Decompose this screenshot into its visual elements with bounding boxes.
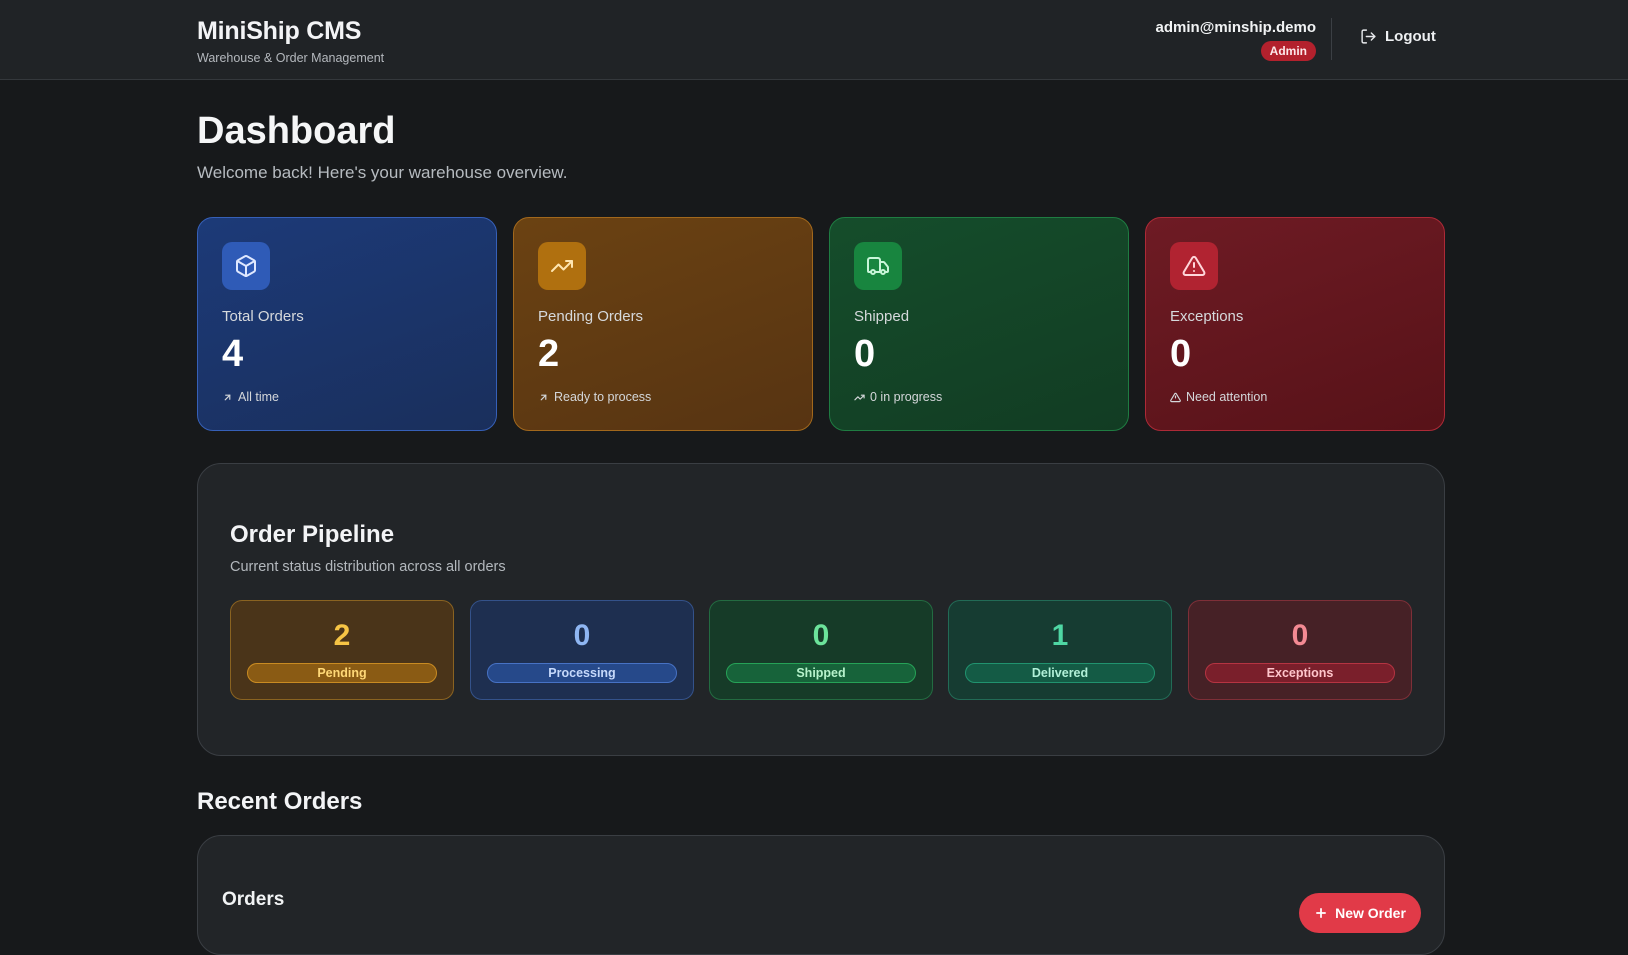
- pipeline-stage-pending[interactable]: 2 Pending: [230, 600, 454, 700]
- role-badge: Admin: [1260, 41, 1316, 61]
- stage-count: 1: [1051, 619, 1069, 652]
- stat-footer: Need attention: [1170, 390, 1267, 404]
- pipeline-stage-processing[interactable]: 0 Processing: [470, 600, 694, 700]
- stat-footer: 0 in progress: [854, 390, 942, 404]
- pipeline-stage-delivered[interactable]: 1 Delivered: [948, 600, 1172, 700]
- stat-card-exceptions[interactable]: Exceptions 0 Need attention: [1145, 217, 1445, 431]
- orders-card: Orders New Order: [197, 835, 1445, 955]
- stat-card-total-orders[interactable]: Total Orders 4 All time: [197, 217, 497, 431]
- stat-value: 4: [222, 333, 244, 375]
- trending-up-icon: [538, 242, 586, 290]
- stat-value: 0: [854, 333, 876, 375]
- truck-icon: [854, 242, 902, 290]
- stat-value: 2: [538, 333, 560, 375]
- stat-footer-text: 0 in progress: [870, 390, 943, 404]
- plus-icon: [1316, 908, 1327, 918]
- new-order-button[interactable]: New Order: [1299, 893, 1421, 933]
- logout-label: Logout: [1385, 28, 1436, 45]
- new-order-label: New Order: [1335, 905, 1406, 921]
- arrow-up-right-icon: [540, 394, 547, 400]
- stat-value: 0: [1170, 333, 1192, 375]
- alert-triangle-icon: [1170, 242, 1218, 290]
- page-title: Dashboard: [197, 110, 396, 152]
- logout-button[interactable]: Logout: [1360, 28, 1436, 45]
- stat-label: Shipped: [854, 308, 910, 325]
- user-info: admin@minship.demo Admin: [1156, 19, 1316, 61]
- stage-label: Exceptions: [1205, 663, 1395, 683]
- stage-count: 2: [333, 619, 351, 652]
- stat-footer: Ready to process: [538, 390, 651, 404]
- stage-count: 0: [812, 619, 830, 652]
- recent-orders-title: Recent Orders: [197, 788, 363, 815]
- package-icon: [222, 242, 270, 290]
- stage-label: Pending: [247, 663, 437, 683]
- stat-label: Total Orders: [222, 308, 304, 325]
- stage-count: 0: [1291, 619, 1309, 652]
- alert-triangle-small-icon: [1170, 392, 1181, 402]
- orders-card-title: Orders: [222, 889, 285, 910]
- trending-up-small-icon: [854, 394, 865, 400]
- brand: MiniShip CMS Warehouse & Order Managemen…: [197, 17, 384, 65]
- stat-label: Pending Orders: [538, 308, 644, 325]
- top-header: MiniShip CMS Warehouse & Order Managemen…: [0, 0, 1628, 80]
- header-divider: [1331, 18, 1332, 60]
- stat-footer-text: Need attention: [1186, 390, 1268, 404]
- pipeline-title: Order Pipeline: [230, 521, 395, 548]
- pipeline-stage-exceptions[interactable]: 0 Exceptions: [1188, 600, 1412, 700]
- app-title[interactable]: MiniShip CMS: [197, 17, 384, 46]
- stage-label: Shipped: [726, 663, 916, 683]
- pipeline-stage-shipped[interactable]: 0 Shipped: [709, 600, 933, 700]
- stat-label: Exceptions: [1170, 308, 1244, 325]
- logout-icon: [1361, 29, 1376, 44]
- arrow-up-right-icon: [224, 394, 231, 400]
- pipeline-subtitle: Current status distribution across all o…: [230, 559, 506, 575]
- page-subtitle: Welcome back! Here's your warehouse over…: [197, 163, 568, 182]
- stat-footer-text: Ready to process: [554, 390, 652, 404]
- stage-count: 0: [573, 619, 591, 652]
- stat-footer-text: All time: [238, 390, 279, 404]
- stat-card-shipped[interactable]: Shipped 0 0 in progress: [829, 217, 1129, 431]
- app-subtitle: Warehouse & Order Management: [197, 51, 385, 65]
- stage-label: Delivered: [965, 663, 1155, 683]
- stat-footer: All time: [222, 390, 279, 404]
- order-pipeline-panel: Order Pipeline Current status distributi…: [197, 463, 1445, 756]
- user-email: admin@minship.demo: [1155, 19, 1316, 36]
- stat-card-pending-orders[interactable]: Pending Orders 2 Ready to process: [513, 217, 813, 431]
- stage-label: Processing: [487, 663, 677, 683]
